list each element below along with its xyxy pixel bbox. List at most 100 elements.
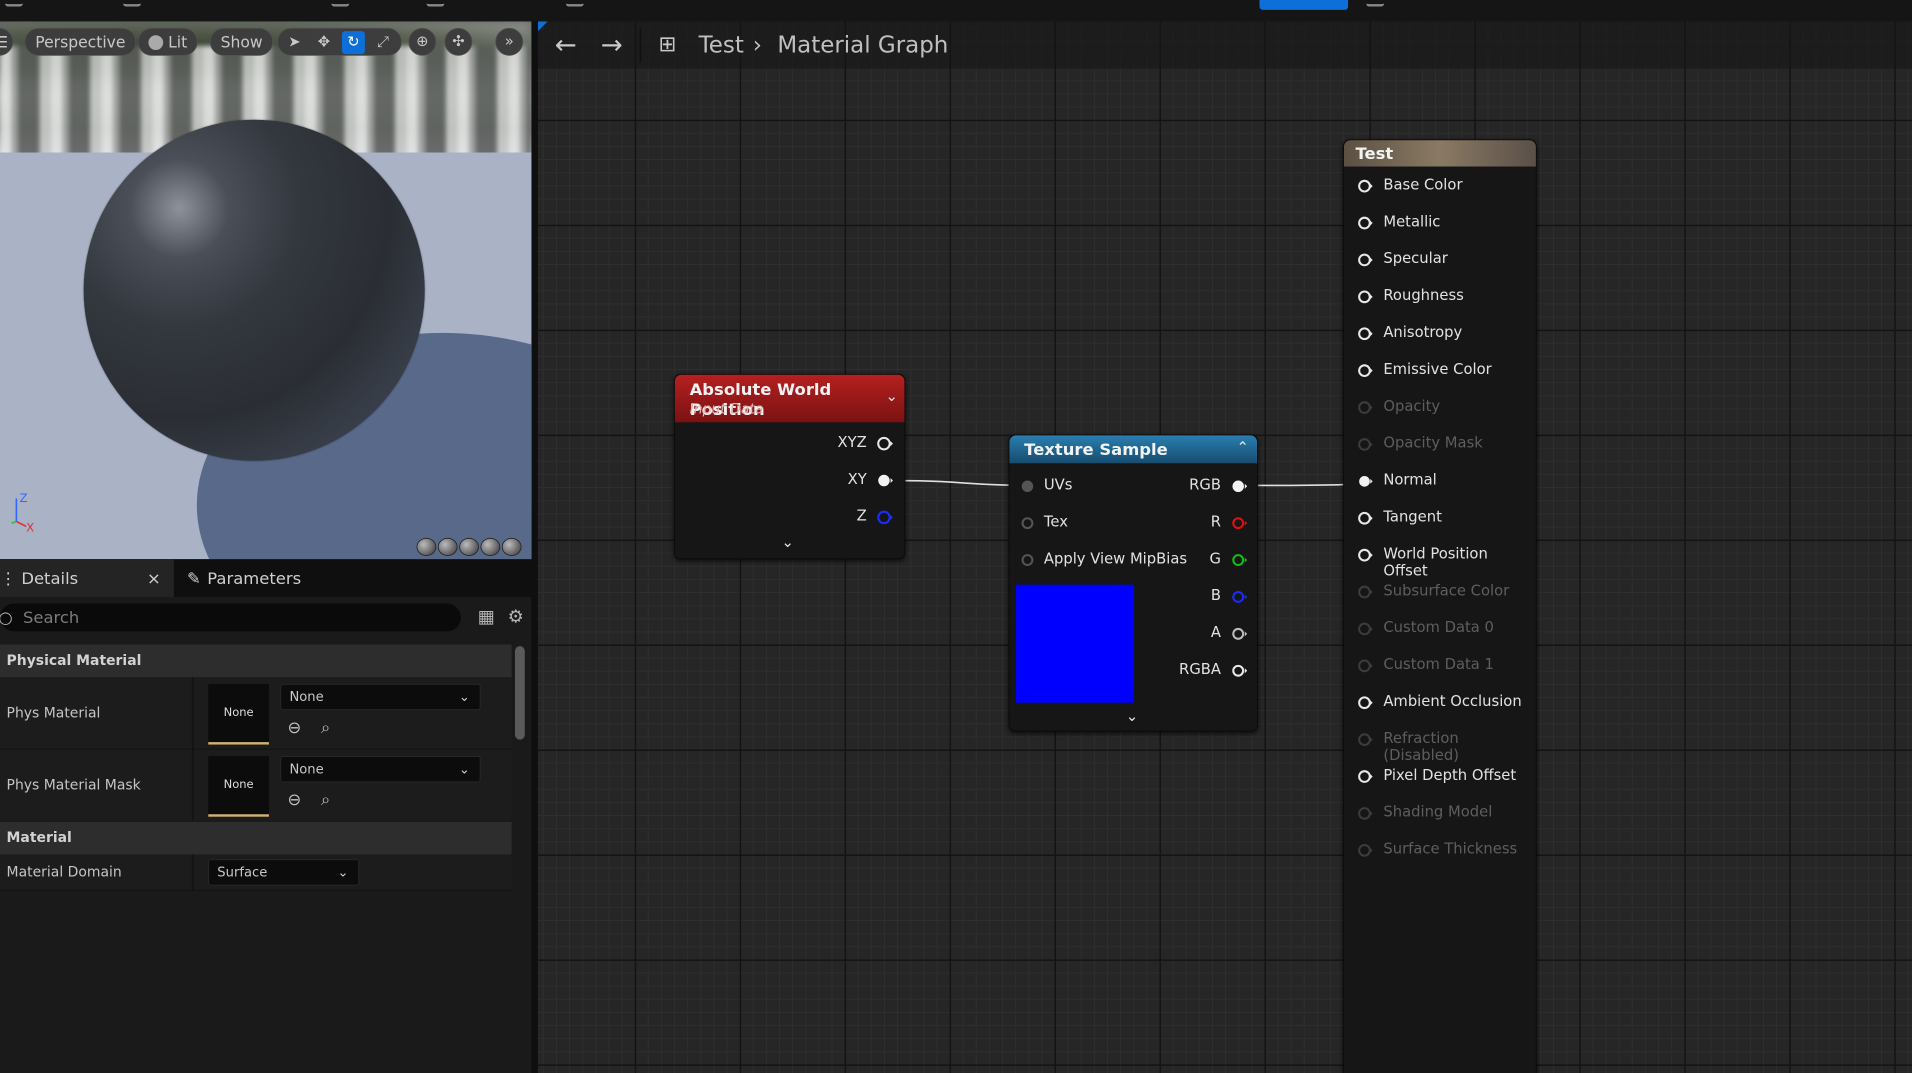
lit-sphere-icon [148, 35, 164, 51]
asset-picker-combo[interactable]: None ⌄ [280, 756, 481, 783]
output-pin[interactable] [1231, 626, 1248, 642]
pin-label: Pixel Depth Offset [1383, 766, 1517, 784]
details-scrollbar[interactable] [514, 646, 525, 740]
output-pin[interactable] [1231, 663, 1248, 679]
input-pin[interactable] [1357, 695, 1373, 711]
input-pin[interactable] [1357, 362, 1373, 378]
node-title: Test [1355, 143, 1394, 164]
expand-chevron-icon[interactable]: ⌄ [781, 534, 793, 551]
node-material-result[interactable]: Test Base Color Metallic Specular Roughness… [1343, 139, 1537, 1073]
details-icon: ⋮ [0, 568, 17, 588]
world-space-icon[interactable]: ⊕ [408, 27, 437, 56]
input-pin[interactable] [1357, 252, 1373, 268]
pin-label: UVs [1043, 476, 1073, 494]
expand-chevron-icon[interactable]: ⌄ [1126, 708, 1138, 725]
column-divider[interactable] [191, 854, 194, 891]
column-divider[interactable] [191, 749, 194, 822]
tab-parameters[interactable]: ✎ Parameters [175, 559, 339, 597]
input-pin[interactable] [1357, 842, 1373, 858]
gear-icon[interactable]: ⚙ [503, 605, 528, 630]
asset-thumbnail[interactable]: None [208, 683, 269, 745]
toolbar-icon[interactable] [331, 0, 350, 7]
input-pin[interactable] [1357, 215, 1373, 231]
cylinder-shape-icon[interactable] [416, 537, 437, 556]
asset-picker-combo[interactable]: None ⌄ [280, 683, 481, 711]
material-domain-combo[interactable]: Surface ⌄ [208, 859, 360, 886]
input-pin[interactable] [1357, 399, 1373, 415]
node-absolute-world-position[interactable]: Absolute World Position Input Data ⌄ XYZ… [674, 373, 906, 560]
sphere-shape-icon[interactable] [437, 537, 458, 556]
input-pin[interactable] [1357, 473, 1373, 489]
input-pin[interactable] [1357, 621, 1373, 637]
details-search-row: ○ Search ▦ ⚙ [0, 603, 531, 634]
plane-shape-icon[interactable] [459, 537, 479, 556]
input-pin[interactable] [1019, 552, 1035, 568]
category-material[interactable]: Material [0, 821, 512, 855]
input-pin[interactable] [1357, 731, 1373, 747]
collapse-chevron-icon[interactable]: ⌃ [1236, 439, 1248, 456]
viewport-menu-button[interactable]: ☰ [0, 27, 14, 56]
search-icon: ○ [0, 604, 13, 632]
input-pin[interactable] [1019, 478, 1035, 494]
select-icon[interactable]: ➤ [283, 31, 306, 54]
input-pin[interactable] [1357, 178, 1373, 194]
expand-toolbar-icon[interactable]: » [495, 27, 524, 56]
pin-label: Emissive Color [1383, 360, 1492, 379]
input-pin[interactable] [1019, 515, 1035, 531]
input-pin[interactable] [1357, 805, 1373, 821]
pin-label: Subsurface Color [1383, 582, 1510, 600]
close-tab-icon[interactable]: × [147, 559, 161, 597]
parameters-icon: ✎ [186, 568, 201, 588]
tab-details[interactable]: ⋮ Details × [0, 559, 174, 597]
surface-snap-icon[interactable]: ✣ [444, 27, 473, 56]
output-pin[interactable] [1231, 478, 1248, 494]
asset-thumbnail[interactable]: None [208, 756, 269, 817]
collapse-chevron-icon[interactable]: ⌄ [886, 388, 898, 405]
toolbar-icon[interactable] [426, 0, 445, 7]
menu-icon[interactable] [4, 0, 23, 7]
mesh-shape-icon[interactable] [501, 537, 522, 556]
category-label: Material [6, 829, 72, 847]
rotate-icon[interactable]: ↻ [341, 31, 365, 55]
perspective-button[interactable]: Perspective [24, 27, 137, 56]
output-pin[interactable] [1231, 515, 1248, 531]
use-selected-icon[interactable]: ⊖ [284, 789, 305, 810]
input-pin[interactable] [1357, 547, 1373, 563]
node-texture-sample[interactable]: Texture Sample ⌃ UVs Tex Apply View MipB… [1008, 434, 1258, 732]
output-pin[interactable] [877, 472, 893, 488]
input-pin[interactable] [1357, 326, 1373, 342]
pin-label: RGB [1189, 476, 1221, 494]
browse-asset-icon[interactable]: ⌕ [315, 717, 336, 738]
input-pin[interactable] [1357, 510, 1373, 526]
input-pin[interactable] [1357, 584, 1373, 600]
show-label: Show [220, 33, 263, 52]
toolbar-icon[interactable] [123, 0, 142, 7]
lit-button[interactable]: Lit [137, 27, 198, 56]
show-button[interactable]: Show [209, 27, 274, 56]
category-physical-material[interactable]: Physical Material [0, 644, 512, 678]
cube-shape-icon[interactable] [480, 537, 501, 556]
table-view-icon[interactable]: ▦ [474, 605, 499, 630]
use-selected-icon[interactable]: ⊖ [284, 717, 305, 738]
input-pin[interactable] [1357, 289, 1373, 305]
browse-asset-icon[interactable]: ⌕ [315, 789, 336, 810]
input-pin[interactable] [1357, 436, 1373, 452]
column-divider[interactable] [191, 677, 194, 750]
toolbar-icon[interactable] [565, 0, 584, 7]
search-input[interactable]: ○ Search [0, 603, 461, 632]
material-graph-canvas[interactable]: ← → ⊞ Test › Material Graph Absolute Wor… [537, 21, 1912, 1073]
output-pin[interactable] [1231, 589, 1248, 605]
apply-button[interactable] [1259, 0, 1349, 10]
toolbar-icon[interactable] [1366, 0, 1385, 7]
details-tabbar: ⋮ Details × ✎ Parameters [0, 559, 532, 597]
pin-label: Metallic [1383, 213, 1441, 231]
input-pin[interactable] [1357, 658, 1373, 674]
input-pin[interactable] [1357, 768, 1373, 784]
material-preview-viewport[interactable]: ☰ Perspective Lit Show ➤ ✥ ↻ ⤢ ⊕ ✣ » Z X [0, 21, 532, 560]
output-pin[interactable] [877, 435, 893, 451]
pin-label: Surface Thickness [1383, 840, 1518, 858]
translate-icon[interactable]: ✥ [312, 31, 335, 54]
output-pin[interactable] [877, 509, 893, 525]
output-pin[interactable] [1231, 552, 1248, 568]
scale-icon[interactable]: ⤢ [371, 31, 394, 54]
